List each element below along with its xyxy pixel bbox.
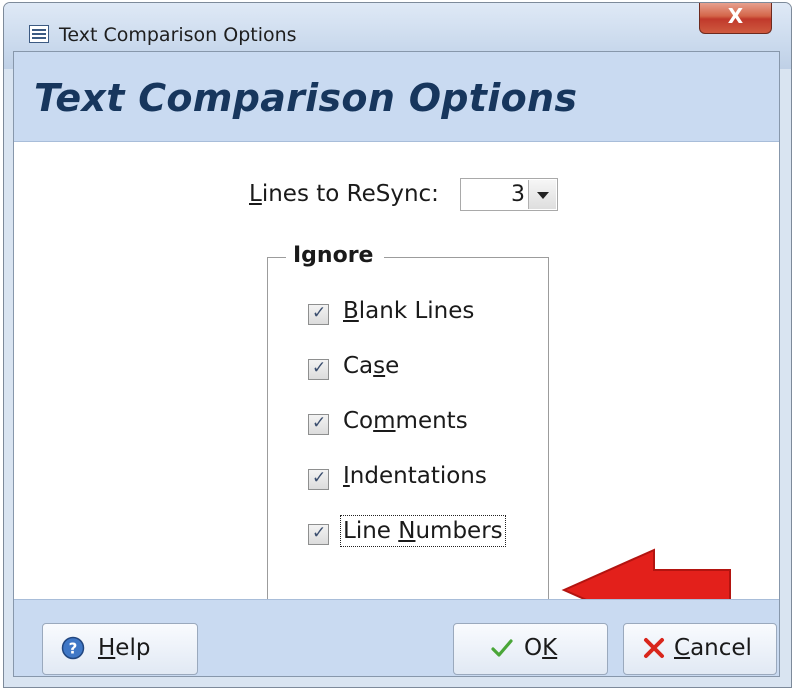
- checkbox-checked-icon[interactable]: [308, 468, 329, 490]
- header-band: Text Comparison Options: [14, 52, 779, 142]
- checkbox-label: Blank Lines: [343, 298, 475, 324]
- checkbox-checked-icon[interactable]: [308, 358, 329, 380]
- help-button-label: Help: [98, 635, 151, 661]
- dialog-body: Text Comparison Options Lines to ReSync:…: [13, 51, 780, 677]
- checkbox-label: Line Numbers: [340, 515, 506, 547]
- checkbox-checked-icon[interactable]: [308, 413, 329, 435]
- checkbox-label: Comments: [343, 408, 468, 434]
- svg-text:?: ?: [69, 640, 78, 658]
- checkbox-label: Indentations: [343, 463, 487, 489]
- ignore-group-label: Ignore: [286, 243, 385, 268]
- checkbox-checked-icon[interactable]: [308, 303, 329, 325]
- ok-button[interactable]: OK: [453, 623, 608, 675]
- lines-to-resync-label: Lines to ReSync:: [249, 181, 439, 207]
- button-bar: ? Help OK Cancel: [14, 599, 779, 676]
- cancel-button[interactable]: Cancel: [623, 623, 777, 675]
- checkmark-icon: [491, 639, 513, 657]
- close-button[interactable]: X: [699, 3, 772, 34]
- ok-button-label: OK: [524, 635, 558, 661]
- cancel-x-icon: [644, 638, 664, 658]
- checkbox-checked-icon[interactable]: [308, 523, 329, 545]
- page-title: Text Comparison Options: [34, 76, 578, 120]
- help-button[interactable]: ? Help: [42, 623, 198, 675]
- dialog-window: Text Comparison Options X Text Compariso…: [3, 2, 792, 688]
- checkbox-label: Case: [343, 353, 400, 379]
- lines-to-resync-combo[interactable]: 3: [460, 178, 558, 211]
- cancel-button-label: Cancel: [674, 635, 752, 661]
- chevron-down-icon[interactable]: [528, 180, 556, 209]
- form-icon: [29, 25, 49, 43]
- window-title: Text Comparison Options: [59, 24, 297, 46]
- help-icon: ?: [61, 636, 85, 660]
- lines-to-resync-value: 3: [511, 182, 525, 207]
